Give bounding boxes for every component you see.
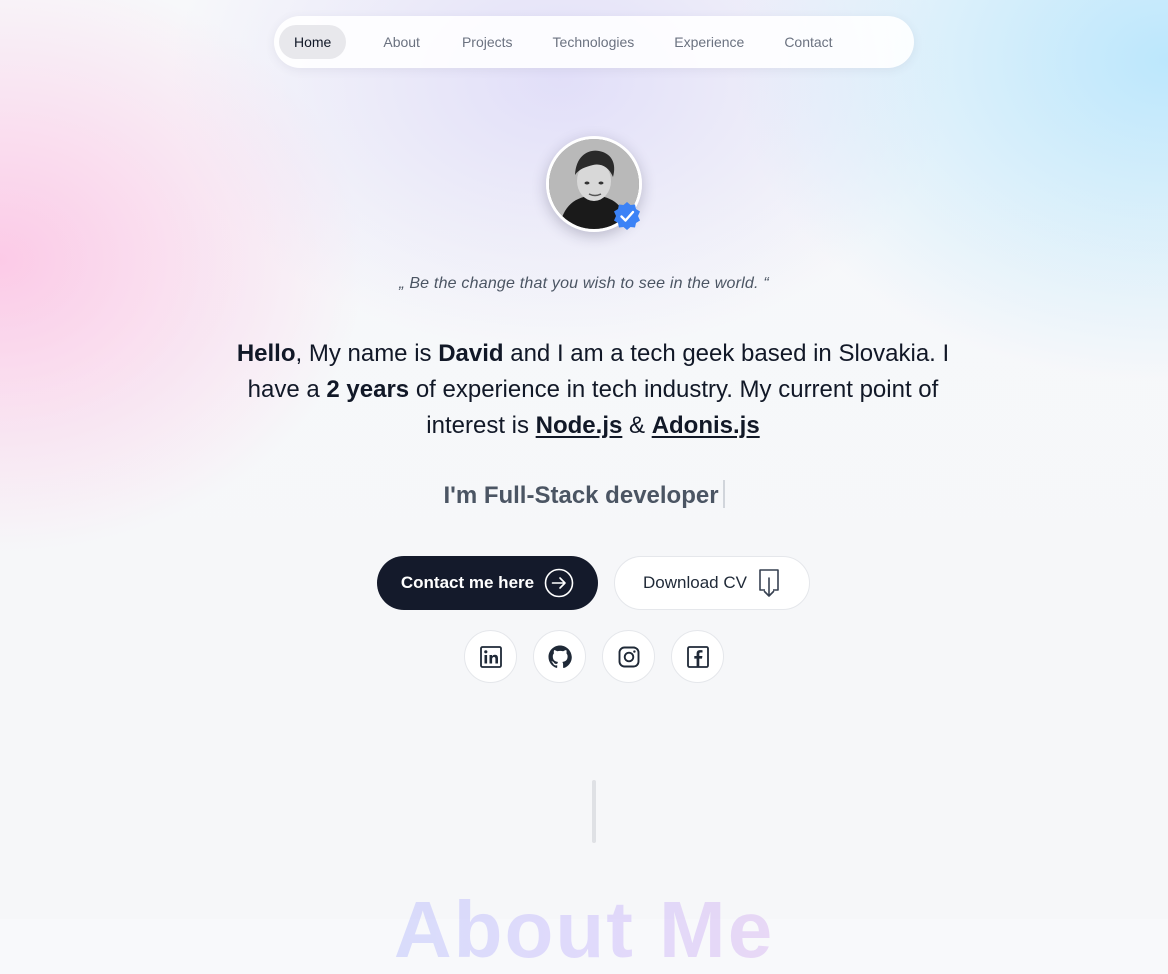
- verified-badge-icon: [614, 202, 640, 230]
- download-cv-button[interactable]: Download CV: [614, 556, 810, 610]
- nav-item-about[interactable]: About: [368, 25, 435, 59]
- about-section-heading: About Me: [0, 890, 1168, 970]
- arrow-right-circle-icon: [544, 568, 574, 598]
- download-cv-label: Download CV: [643, 573, 747, 592]
- contact-button-label: Contact me here: [400, 573, 535, 592]
- github-button[interactable]: [533, 630, 586, 683]
- nav-item-home[interactable]: Home: [279, 25, 347, 59]
- nav-item-projects[interactable]: Projects: [447, 25, 528, 59]
- linkedin-button[interactable]: [464, 630, 517, 683]
- nav-item-technologies[interactable]: Technologies: [538, 25, 650, 59]
- role-typewriter: I'm Full-Stack developer: [0, 480, 1168, 510]
- intro-hello: Hello: [236, 340, 296, 367]
- intro-paragraph: Hello, My name is David and I am a tech …: [210, 336, 976, 444]
- main-navigation: Home About Projects Technologies Experie…: [274, 16, 914, 68]
- intro-years: 2 years: [326, 376, 410, 403]
- quote: „ Be the change that you wish to see in …: [399, 275, 769, 292]
- role-text: I'm Full-Stack developer: [443, 482, 719, 509]
- tech-link-nodejs[interactable]: Node.js: [536, 412, 623, 439]
- download-icon: [759, 569, 779, 597]
- tech-link-adonisjs[interactable]: Adonis.js: [652, 412, 760, 439]
- nav-item-contact[interactable]: Contact: [769, 25, 847, 59]
- hero-section: Home About Projects Technologies Experie…: [0, 0, 1168, 970]
- instagram-icon: [618, 646, 639, 667]
- typing-caret: [722, 480, 725, 508]
- github-icon: [548, 645, 572, 668]
- intro-text-1: , My name is: [295, 340, 439, 367]
- instagram-button[interactable]: [602, 630, 655, 683]
- linkedin-icon: [479, 645, 502, 668]
- intro-ampersand: &: [622, 412, 652, 439]
- facebook-icon: [686, 645, 709, 668]
- intro-name: David: [438, 340, 504, 367]
- section-divider: [592, 780, 596, 843]
- contact-button[interactable]: Contact me here: [377, 556, 598, 610]
- facebook-button[interactable]: [671, 630, 724, 683]
- nav-item-experience[interactable]: Experience: [659, 25, 759, 59]
